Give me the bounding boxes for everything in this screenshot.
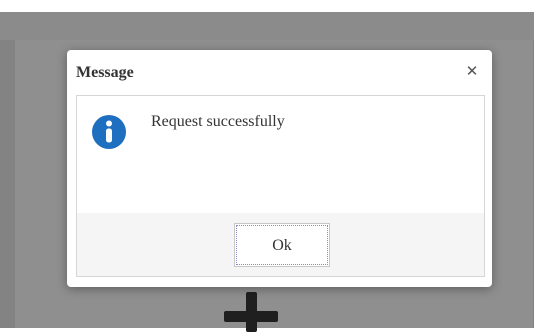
top-strip [0,0,534,12]
ok-button[interactable]: Ok [234,223,330,267]
plus-icon-horizontal [224,311,278,322]
dialog-footer: Ok [76,213,485,277]
message-dialog: Message ✕ Request successfully Ok [67,50,492,287]
close-icon[interactable]: ✕ [464,62,480,80]
page-header-band [0,12,534,40]
dialog-content: Request successfully [76,95,485,214]
dialog-title: Message [76,64,134,81]
message-text: Request successfully [151,113,285,130]
info-icon [92,115,126,149]
plus-icon [224,292,278,332]
